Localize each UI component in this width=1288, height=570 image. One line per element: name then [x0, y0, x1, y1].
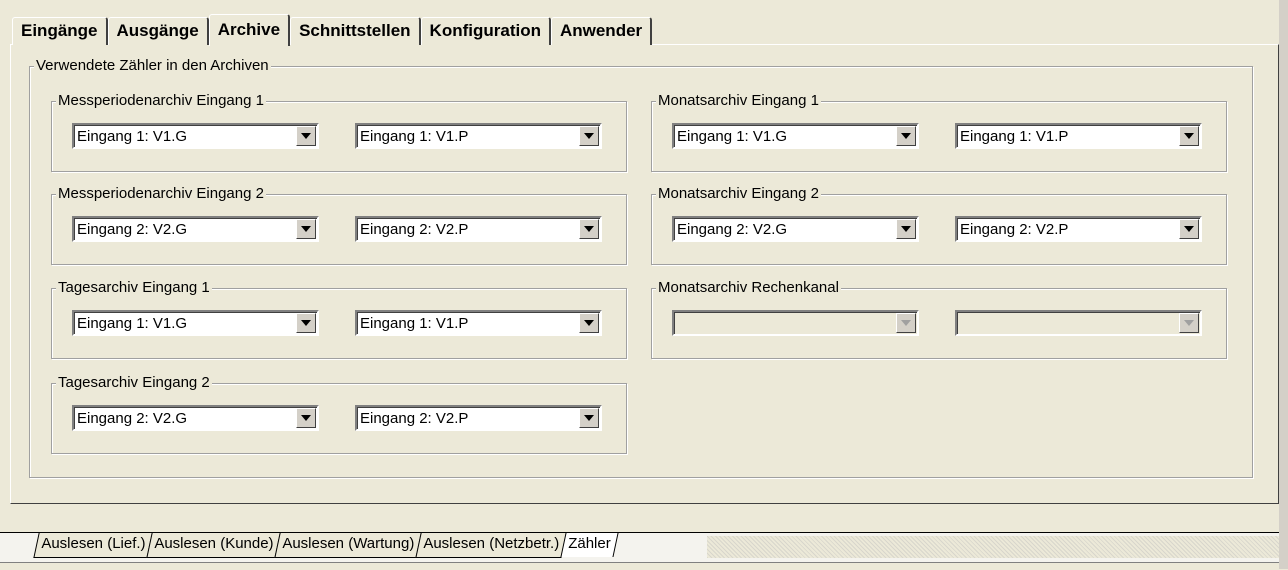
group-title: Messperiodenarchiv Eingang 2: [56, 185, 266, 203]
combo-monatsarchiv-2-g[interactable]: Eingang 2: V2.G: [672, 216, 919, 242]
sheet-tab-label: Auslesen (Kunde): [154, 535, 274, 552]
sheet-tab-label: Auslesen (Lief.): [41, 535, 146, 552]
combo-monatsarchiv-1-p[interactable]: Eingang 1: V1.P: [955, 123, 1202, 149]
dropdown-button[interactable]: [579, 408, 599, 428]
tab-schnittstellen[interactable]: Schnittstellen: [290, 17, 421, 45]
group-title: Tagesarchiv Eingang 2: [56, 374, 212, 392]
combo-tagesarchiv-2-g[interactable]: Eingang 2: V2.G: [72, 405, 319, 431]
right-edge: [1279, 0, 1288, 569]
sheet-tab-zaehler[interactable]: Zähler: [560, 533, 619, 557]
group-monatsarchiv-eingang-2: Monatsarchiv Eingang 2 Eingang 2: V2.G E…: [651, 185, 1227, 265]
dropdown-button[interactable]: [296, 408, 316, 428]
sheet-tab-bar: Auslesen (Lief.) Auslesen (Kunde) Ausles…: [0, 532, 1279, 563]
combo-monatsarchiv-1-g[interactable]: Eingang 1: V1.G: [672, 123, 919, 149]
group-tagesarchiv-eingang-2: Tagesarchiv Eingang 2 Eingang 2: V2.G Ei…: [51, 374, 627, 454]
sheet-tab-label: Auslesen (Netzbetr.): [423, 535, 560, 552]
sheet-tab-label: Auslesen (Wartung): [282, 535, 415, 552]
combo-tagesarchiv-1-p[interactable]: Eingang 1: V1.P: [355, 310, 602, 336]
counters-group-title: Verwendete Zähler in den Archiven: [34, 57, 271, 75]
combo-value: Eingang 2: V2.G: [77, 221, 188, 238]
group-monatsarchiv-rechenkanal: Monatsarchiv Rechenkanal: [651, 279, 1227, 359]
dropdown-button[interactable]: [896, 219, 916, 239]
chevron-down-icon: [901, 226, 911, 232]
dropdown-button: [1179, 313, 1199, 333]
chevron-down-icon: [584, 415, 594, 421]
combo-messperiode-1-g[interactable]: Eingang 1: V1.G: [72, 123, 319, 149]
group-title: Tagesarchiv Eingang 1: [56, 279, 212, 297]
dropdown-button[interactable]: [296, 313, 316, 333]
group-tagesarchiv-eingang-1: Tagesarchiv Eingang 1 Eingang 1: V1.G Ei…: [51, 279, 627, 359]
group-title: Messperiodenarchiv Eingang 1: [56, 92, 266, 110]
group-messperiode-eingang-2: Messperiodenarchiv Eingang 2 Eingang 2: …: [51, 185, 627, 265]
chevron-down-icon: [1184, 133, 1194, 139]
combo-value: Eingang 2: V2.P: [360, 221, 469, 238]
tab-strip: Eingänge Ausgänge Archive Schnittstellen…: [12, 13, 653, 46]
group-monatsarchiv-eingang-1: Monatsarchiv Eingang 1 Eingang 1: V1.G E…: [651, 92, 1227, 172]
combo-rechenkanal-left: [672, 310, 919, 336]
chevron-down-icon: [301, 320, 311, 326]
group-title: Monatsarchiv Eingang 2: [656, 185, 821, 203]
chevron-down-icon: [1184, 226, 1194, 232]
combo-value: Eingang 2: V2.G: [77, 410, 188, 427]
chevron-down-icon: [584, 226, 594, 232]
chevron-down-icon: [301, 415, 311, 421]
dropdown-button[interactable]: [579, 126, 599, 146]
combo-value: Eingang 1: V1.G: [77, 128, 188, 145]
dropdown-button[interactable]: [296, 126, 316, 146]
combo-value: Eingang 2: V2.P: [960, 221, 1069, 238]
combo-value: Eingang 1: V1.P: [360, 315, 469, 332]
combo-value: Eingang 1: V1.P: [360, 128, 469, 145]
sheet-tabs: Auslesen (Lief.) Auslesen (Kunde) Ausles…: [33, 533, 619, 558]
group-title: Monatsarchiv Rechenkanal: [656, 279, 841, 297]
tab-ausgaenge[interactable]: Ausgänge: [107, 17, 209, 45]
combo-value: Eingang 2: V2.G: [677, 221, 788, 238]
combo-messperiode-1-p[interactable]: Eingang 1: V1.P: [355, 123, 602, 149]
combo-monatsarchiv-2-p[interactable]: Eingang 2: V2.P: [955, 216, 1202, 242]
group-title: Monatsarchiv Eingang 1: [656, 92, 821, 110]
chevron-down-icon: [301, 226, 311, 232]
sheet-tab-auslesen-kunde[interactable]: Auslesen (Kunde): [146, 533, 282, 558]
dropdown-button[interactable]: [1179, 126, 1199, 146]
dropdown-button: [896, 313, 916, 333]
sheet-scroll-area: [707, 536, 1279, 558]
combo-value: Eingang 1: V1.P: [960, 128, 1069, 145]
combo-tagesarchiv-1-g[interactable]: Eingang 1: V1.G: [72, 310, 319, 336]
tab-konfiguration[interactable]: Konfiguration: [420, 17, 551, 45]
tab-eingaenge[interactable]: Eingänge: [12, 17, 108, 45]
sheet-tab-auslesen-lief[interactable]: Auslesen (Lief.): [33, 533, 153, 558]
combo-value: Eingang 2: V2.P: [360, 410, 469, 427]
combo-messperiode-2-p[interactable]: Eingang 2: V2.P: [355, 216, 602, 242]
sheet-tab-label: Zähler: [568, 535, 612, 552]
chevron-down-icon: [901, 320, 911, 326]
tab-archive[interactable]: Archive: [208, 14, 291, 46]
combo-messperiode-2-g[interactable]: Eingang 2: V2.G: [72, 216, 319, 242]
group-messperiode-eingang-1: Messperiodenarchiv Eingang 1 Eingang 1: …: [51, 92, 627, 172]
dropdown-button[interactable]: [1179, 219, 1199, 239]
sheet-tab-auslesen-wartung[interactable]: Auslesen (Wartung): [274, 533, 423, 558]
sheet-tab-auslesen-netzbetr[interactable]: Auslesen (Netzbetr.): [415, 533, 568, 558]
chevron-down-icon: [1184, 320, 1194, 326]
chevron-down-icon: [584, 133, 594, 139]
combo-value: Eingang 1: V1.G: [77, 315, 188, 332]
combo-value: Eingang 1: V1.G: [677, 128, 788, 145]
dropdown-button[interactable]: [579, 219, 599, 239]
combo-tagesarchiv-2-p[interactable]: Eingang 2: V2.P: [355, 405, 602, 431]
chevron-down-icon: [901, 133, 911, 139]
dropdown-button[interactable]: [579, 313, 599, 333]
dropdown-button[interactable]: [896, 126, 916, 146]
chevron-down-icon: [301, 133, 311, 139]
chevron-down-icon: [584, 320, 594, 326]
dropdown-button[interactable]: [296, 219, 316, 239]
tab-anwender[interactable]: Anwender: [550, 17, 653, 45]
combo-rechenkanal-right: [955, 310, 1202, 336]
